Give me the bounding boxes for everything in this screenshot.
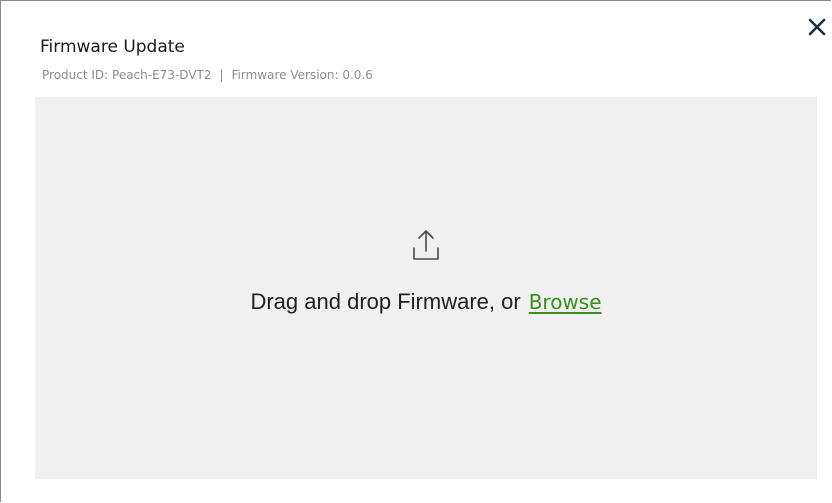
dropzone-prompt: Drag and drop Firmware, or Browse	[35, 289, 817, 315]
dropzone-prompt-text: Drag and drop Firmware, or	[250, 289, 521, 314]
browse-link[interactable]: Browse	[529, 290, 602, 314]
close-button[interactable]	[805, 15, 831, 41]
device-info: Product ID: Peach-E73-DVT2 | Firmware Vers…	[42, 68, 373, 82]
close-icon	[808, 18, 826, 36]
firmware-version-text: Firmware Version: 0.0.6	[231, 68, 373, 82]
firmware-dropzone[interactable]: Drag and drop Firmware, or Browse	[35, 97, 817, 479]
product-id-text: Product ID: Peach-E73-DVT2	[42, 68, 212, 82]
upload-icon	[413, 230, 439, 260]
info-separator: |	[219, 68, 224, 82]
firmware-update-dialog: Firmware Update Product ID: Peach-E73-DV…	[0, 0, 831, 502]
dialog-title: Firmware Update	[40, 37, 185, 57]
